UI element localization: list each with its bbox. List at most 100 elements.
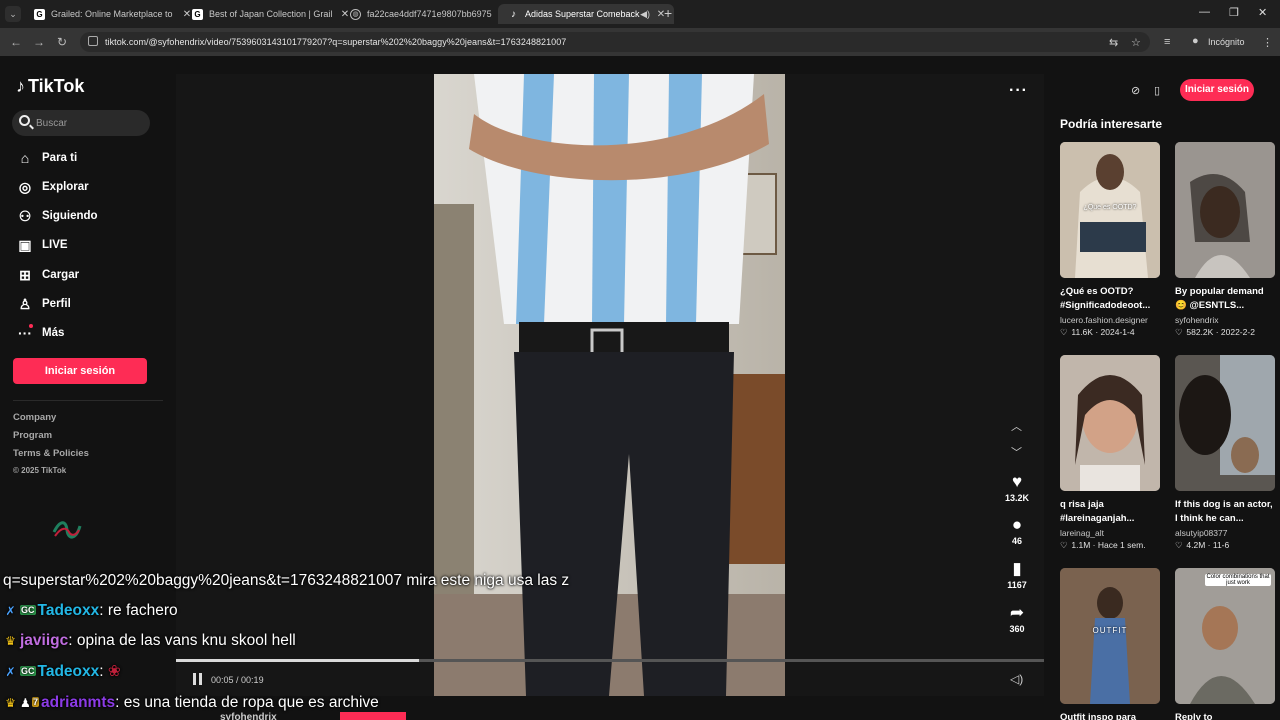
card-meta: ♡ 1.1M · Hace 1 sem. — [1060, 540, 1146, 550]
card-meta: ♡ 11.6K · 2024-1-4 — [1060, 327, 1135, 337]
video-progress-bar[interactable] — [176, 659, 1044, 662]
browser-tab[interactable]: ◍ fa22cae4ddf7471e9807bb6975 ✕ — [340, 4, 516, 24]
card-user[interactable]: lucero.fashion.designer — [1060, 315, 1162, 325]
suggested-video-card[interactable]: OUTFIT Outfit inspo para — [1060, 568, 1162, 720]
nav-item-para-ti[interactable]: ⌂ Para ti — [16, 147, 77, 169]
card-meta: ♡ 4.2M · 11-6 — [1175, 540, 1230, 550]
like-action[interactable]: ♥ 13.2K — [1004, 473, 1030, 504]
compass-icon: ◎ — [18, 178, 32, 195]
browser-tab[interactable]: G Grailed: Online Marketplace to ✕ — [24, 4, 200, 24]
video-player[interactable] — [434, 74, 785, 696]
duration: 00:19 — [241, 675, 264, 685]
footer-link-terms[interactable]: Terms & Policies — [13, 448, 89, 459]
forward-icon[interactable]: → — [33, 35, 45, 49]
heart-icon: ♡ — [1060, 540, 1068, 550]
heart-icon: ♡ — [1175, 327, 1183, 337]
card-user[interactable]: alsutyip08377 — [1175, 528, 1277, 538]
video-thumbnail[interactable] — [1175, 142, 1275, 278]
grailed-favicon-icon: G — [192, 8, 203, 20]
footer-link-program[interactable]: Program — [13, 430, 52, 441]
section-title: Podría interesarte — [1060, 117, 1163, 131]
previous-video-icon[interactable]: ︿ — [1011, 418, 1022, 434]
crown-badge-icon: ♛ — [5, 634, 16, 648]
video-frame-image — [434, 74, 785, 696]
globe-icon: ◍ — [350, 8, 361, 20]
back-icon[interactable]: ← — [10, 35, 22, 49]
nav-item-cargar[interactable]: ⊞ Cargar — [16, 264, 79, 286]
share-action[interactable]: ➦ 360 — [1004, 604, 1030, 635]
incognito-label[interactable]: Incógnito — [1208, 37, 1245, 47]
tiktok-logo[interactable]: ♪ TikTok — [16, 76, 84, 97]
like-count: 13.2K — [1004, 493, 1030, 503]
site-info-icon[interactable] — [88, 36, 98, 46]
nav-item-perfil[interactable]: ♙ Perfil — [16, 293, 71, 315]
bookmark-star-icon[interactable]: ☆ — [1131, 36, 1141, 49]
tab-search-button[interactable]: ⌄ — [5, 6, 21, 22]
signin-button[interactable]: Iniciar sesión — [1180, 79, 1254, 101]
nav-item-live[interactable]: ▣ LIVE — [16, 234, 68, 256]
nav-item-mas[interactable]: ··· Más — [16, 322, 64, 344]
card-user[interactable]: syfohendrix — [1175, 315, 1277, 325]
url-text[interactable]: tiktok.com/@syfohendrix/video/7539603143… — [105, 37, 566, 47]
card-user[interactable]: lareinag_alt — [1060, 528, 1162, 538]
crown-badge-icon: ♛ — [5, 696, 16, 710]
device-icon[interactable]: ▯ — [1154, 84, 1160, 97]
video-thumbnail[interactable]: ¿Que es OOTD? — [1060, 142, 1160, 278]
chat-username: Tadeoxx — [37, 602, 100, 619]
video-stage[interactable] — [176, 74, 1044, 696]
suggested-video-card[interactable]: q risa jaja #lareinaganjah... lareinag_a… — [1060, 355, 1162, 551]
bookmark-action[interactable]: ▮ 1167 — [1004, 560, 1030, 591]
video-more-options-icon[interactable]: ··· — [1009, 82, 1028, 100]
suggested-video-card[interactable]: By popular demand 😊 @ESNTLS... syfohendr… — [1175, 142, 1277, 338]
close-window-icon[interactable]: ✕ — [1258, 6, 1267, 19]
browser-menu-icon[interactable]: ⋮ — [1262, 36, 1273, 49]
chat-message: ✗ GC Tadeoxx: re fachero — [3, 602, 178, 620]
card-meta: ♡ 582.2K · 2022-2-2 — [1175, 327, 1255, 337]
nav-item-explorar[interactable]: ◎ Explorar — [16, 176, 89, 198]
home-icon: ⌂ — [20, 150, 30, 166]
speaker-icon[interactable]: ◀) — [640, 9, 650, 20]
search-box[interactable] — [12, 110, 150, 136]
streamer-wave-logo-icon — [52, 521, 82, 539]
video-thumbnail[interactable] — [1060, 355, 1160, 491]
chat-message: ✗ GC Tadeoxx: ❀ — [3, 662, 121, 681]
nav-label: Perfil — [42, 298, 71, 310]
suggested-video-card[interactable]: If this dog is an actor, I think he can.… — [1175, 355, 1277, 551]
reading-list-icon[interactable]: ≡ — [1164, 36, 1170, 48]
tab-title: fa22cae4ddf7471e9807bb6975 — [367, 9, 492, 19]
chat-message: ♛ javiigc: opina de las vans knu skool he… — [3, 632, 296, 650]
card-likes: 1.1M — [1071, 540, 1091, 550]
search-input[interactable] — [36, 115, 146, 131]
nav-label: Cargar — [42, 269, 80, 281]
next-video-icon[interactable]: ﹀ — [1011, 444, 1022, 460]
nav-label: LIVE — [42, 239, 68, 251]
thumbnail-image — [1175, 568, 1275, 704]
pause-icon[interactable] — [192, 673, 203, 685]
thumbnail-caption: OUTFIT — [1092, 626, 1128, 635]
comment-action[interactable]: ● 46 — [1004, 516, 1030, 547]
card-title: Outfit inspo para — [1060, 712, 1136, 720]
suggested-video-card[interactable]: Color combinations that just work Reply … — [1175, 568, 1277, 720]
login-button[interactable]: Iniciar sesión — [13, 358, 147, 384]
suggested-video-card[interactable]: ¿Que es OOTD? ¿Qué es OOTD? #Significado… — [1060, 142, 1162, 338]
browser-tab-active[interactable]: ♪ Adidas Superstar Comeback ◀) ✕ — [498, 4, 674, 24]
translate-icon[interactable]: ⇆ — [1109, 36, 1118, 49]
rose-emote-icon: ❀ — [107, 663, 121, 680]
footer-link-company[interactable]: Company — [13, 412, 56, 423]
thumbnail-image — [1175, 355, 1275, 491]
reload-icon[interactable]: ↻ — [57, 35, 67, 49]
chat-text: : re fachero — [99, 602, 178, 619]
video-thumbnail[interactable]: Color combinations that just work — [1175, 568, 1275, 704]
card-title-line2: 😊 @ESNTLS... — [1175, 300, 1245, 311]
browser-tab[interactable]: G Best of Japan Collection | Grail ✕ — [182, 4, 358, 24]
new-tab-button[interactable]: + — [664, 5, 672, 21]
video-thumbnail[interactable] — [1175, 355, 1275, 491]
compass-icon[interactable]: ⊘ — [1131, 84, 1140, 97]
volume-icon[interactable]: ◁) — [1010, 672, 1023, 686]
tiktok-note-icon: ♪ — [16, 76, 25, 96]
video-thumbnail[interactable]: OUTFIT — [1060, 568, 1160, 704]
minimize-icon[interactable]: — — [1199, 6, 1210, 18]
restore-icon[interactable]: ❐ — [1229, 6, 1239, 19]
nav-item-siguiendo[interactable]: ⚇ Siguiendo — [16, 205, 98, 227]
nav-label: Para ti — [42, 152, 78, 164]
